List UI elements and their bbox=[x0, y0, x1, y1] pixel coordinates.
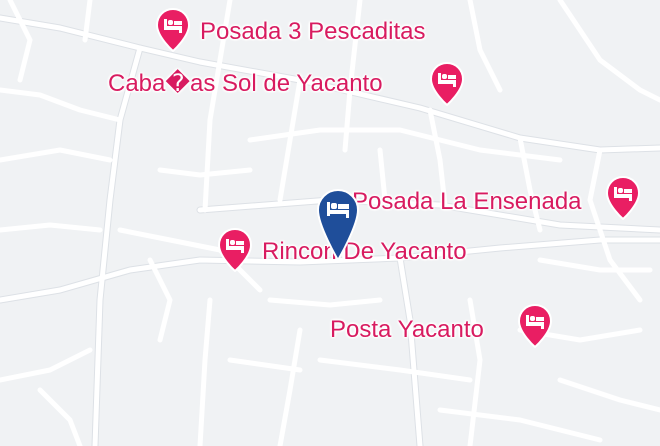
place-label: Posada 3 Pescaditas bbox=[200, 18, 426, 45]
bed-icon bbox=[518, 304, 552, 348]
place-label: Caba�as Sol de Yacanto bbox=[108, 70, 383, 97]
bed-icon bbox=[316, 188, 360, 262]
map-view[interactable]: Posada 3 Pescaditas Caba�as Sol de Yacan… bbox=[0, 0, 660, 446]
bed-icon bbox=[430, 62, 464, 106]
place-label: Posada La Ensenada bbox=[352, 188, 582, 215]
place-label: Posta Yacanto bbox=[330, 316, 484, 343]
bed-icon bbox=[218, 228, 252, 272]
bed-icon bbox=[156, 8, 190, 52]
place-label: Rincon De Yacanto bbox=[262, 238, 467, 265]
bed-icon bbox=[606, 176, 640, 220]
